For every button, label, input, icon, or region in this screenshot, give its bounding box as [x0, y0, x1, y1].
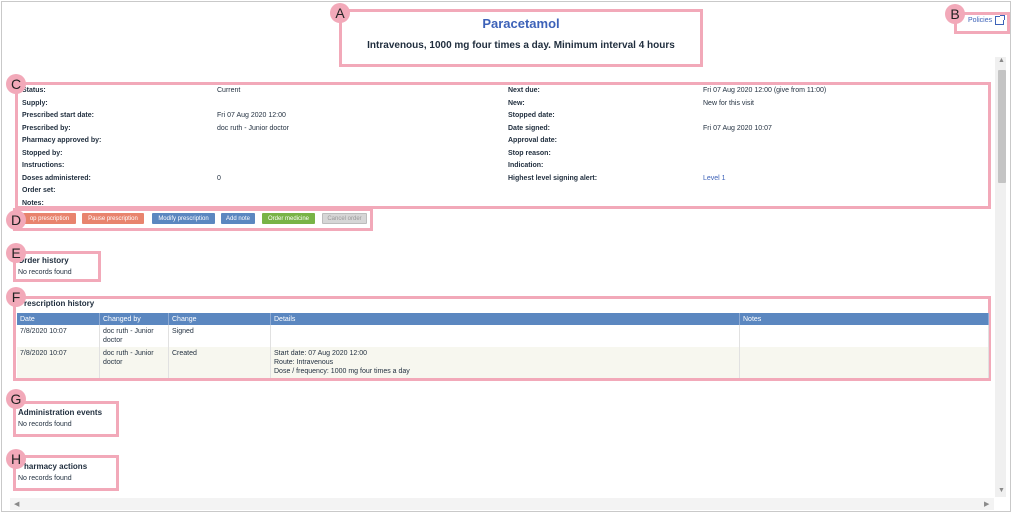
row-notes: [739, 347, 989, 378]
scroll-up-icon[interactable]: ▲: [998, 57, 1005, 64]
prescribed-by-value: doc ruth - Junior doctor: [217, 124, 289, 132]
table-row: 7/8/2020 10:07 doc ruth - Junior doctor …: [17, 325, 989, 347]
marker-h: H: [6, 449, 26, 469]
marker-c: C: [6, 74, 26, 94]
add-note-button[interactable]: Add note: [221, 213, 255, 224]
order-history-empty: No records found: [18, 269, 72, 276]
stop-reason-label: Stop reason:: [508, 149, 551, 157]
row-date: 7/8/2020 10:07: [17, 325, 100, 347]
administration-events-title: Administration events: [18, 408, 103, 417]
marker-d: D: [6, 210, 26, 230]
new-label: New:: [508, 99, 525, 107]
details-right-values: Fri 07 Aug 2020 12:00 (give from 11:00) …: [703, 85, 983, 185]
row-changed-by: doc ruth - Junior doctor: [99, 347, 169, 378]
row-notes: [739, 325, 989, 347]
prescription-history-table: Date Changed by Change Details Notes 7/8…: [17, 313, 989, 378]
marker-a: A: [330, 3, 350, 23]
stopped-by-label: Stopped by:: [22, 149, 63, 157]
status-label: Status:: [22, 87, 46, 94]
column-details: Details: [270, 313, 740, 325]
order-medicine-button[interactable]: Order medicine: [262, 213, 315, 224]
pharmacy-actions-empty: No records found: [18, 475, 72, 482]
drug-title: Paracetamol: [482, 16, 560, 31]
highlight-g: [13, 401, 119, 437]
horizontal-scrollbar[interactable]: [10, 498, 994, 510]
external-link-icon[interactable]: [995, 15, 1006, 25]
indication-label: Indication:: [508, 162, 544, 169]
order-set-label: Order set:: [22, 187, 56, 194]
scroll-down-icon[interactable]: ▼: [998, 487, 1005, 494]
instructions-value: [217, 160, 497, 173]
row-details: [270, 325, 740, 347]
row-date: 7/8/2020 10:07: [17, 347, 100, 378]
next-due-label: Next due:: [508, 87, 540, 94]
stop-prescription-button[interactable]: op prescription: [23, 213, 76, 224]
marker-g: G: [6, 389, 26, 409]
indication-value: [703, 160, 983, 173]
supply-label: Supply:: [22, 99, 48, 107]
policies-link[interactable]: Policies: [968, 15, 1006, 25]
column-notes: Notes: [739, 313, 989, 325]
detail-start-date: Start date: 07 Aug 2020 12:00: [274, 350, 368, 357]
table-row: 7/8/2020 10:07 doc ruth - Junior doctor …: [17, 347, 989, 378]
row-change: Created: [168, 347, 271, 378]
scroll-left-icon[interactable]: ◀: [14, 500, 19, 508]
scrollbar-thumb[interactable]: [998, 70, 1006, 183]
doses-administered-value: 0: [217, 174, 221, 182]
modify-prescription-button[interactable]: Modify prescription: [152, 213, 215, 224]
pharmacy-approved-value: [217, 135, 497, 148]
date-signed-value: Fri 07 Aug 2020 10:07: [703, 124, 772, 132]
column-change: Change: [168, 313, 271, 325]
detail-dose: Dose / frequency: 1000 mg four times a d…: [274, 368, 410, 375]
pause-prescription-button[interactable]: Pause prescription: [82, 213, 144, 224]
order-history-title: Order history: [18, 256, 69, 265]
administration-events-empty: No records found: [18, 421, 72, 428]
approval-date-label: Approval date:: [508, 137, 558, 144]
marker-f: F: [6, 287, 26, 307]
stopped-by-value: [217, 148, 497, 161]
next-due-value: Fri 07 Aug 2020 12:00 (give from 11:00): [703, 87, 827, 94]
cancel-order-button: Cancel order: [322, 213, 367, 224]
row-changed-by: doc ruth - Junior doctor: [99, 325, 169, 347]
doses-administered-label: Doses administered:: [22, 174, 91, 182]
stopped-date-value: [703, 110, 983, 123]
dose-summary: Intravenous, 1000 mg four times a day. M…: [367, 40, 675, 51]
start-date-label: Prescribed start date:: [22, 112, 94, 119]
page-frame: [1, 1, 1011, 512]
supply-value: [217, 98, 497, 111]
signing-alert-link[interactable]: Level 1: [703, 173, 983, 186]
pharmacy-actions-title: harmacy actions: [24, 462, 88, 471]
column-changed-by: Changed by: [99, 313, 169, 325]
new-value: New for this visit: [703, 99, 754, 107]
row-change: Signed: [168, 325, 271, 347]
stopped-date-label: Stopped date:: [508, 112, 555, 119]
instructions-label: Instructions:: [22, 162, 65, 169]
date-signed-label: Date signed:: [508, 124, 551, 132]
prescribed-by-label: Prescribed by:: [22, 124, 71, 132]
scroll-right-icon[interactable]: ▶: [984, 500, 989, 508]
row-details: Start date: 07 Aug 2020 12:00 Route: Int…: [270, 347, 740, 378]
status-value: Current: [217, 87, 241, 94]
start-date-value: Fri 07 Aug 2020 12:00: [217, 112, 286, 119]
prescription-history-title: rescription history: [24, 299, 95, 308]
table-header-row: Date Changed by Change Details Notes: [17, 313, 989, 325]
details-right-labels: Next due: New: Stopped date: Date signed…: [508, 85, 698, 185]
stop-reason-value: [703, 148, 983, 161]
marker-b: B: [945, 4, 965, 24]
details-left-labels: Status: Supply: Prescribed start date: P…: [22, 85, 212, 210]
marker-e: E: [6, 243, 26, 263]
pharmacy-approved-label: Pharmacy approved by:: [22, 137, 102, 144]
approval-date-value: [703, 135, 983, 148]
details-left-values: Current Fri 07 Aug 2020 12:00 doc ruth -…: [217, 85, 497, 210]
policies-label[interactable]: Policies: [968, 17, 992, 24]
order-set-value: [217, 185, 497, 198]
detail-route: Route: Intravenous: [274, 359, 334, 366]
signing-alert-label: Highest level signing alert:: [508, 174, 598, 182]
column-date: Date: [17, 313, 100, 325]
highlight-h: [13, 455, 119, 491]
